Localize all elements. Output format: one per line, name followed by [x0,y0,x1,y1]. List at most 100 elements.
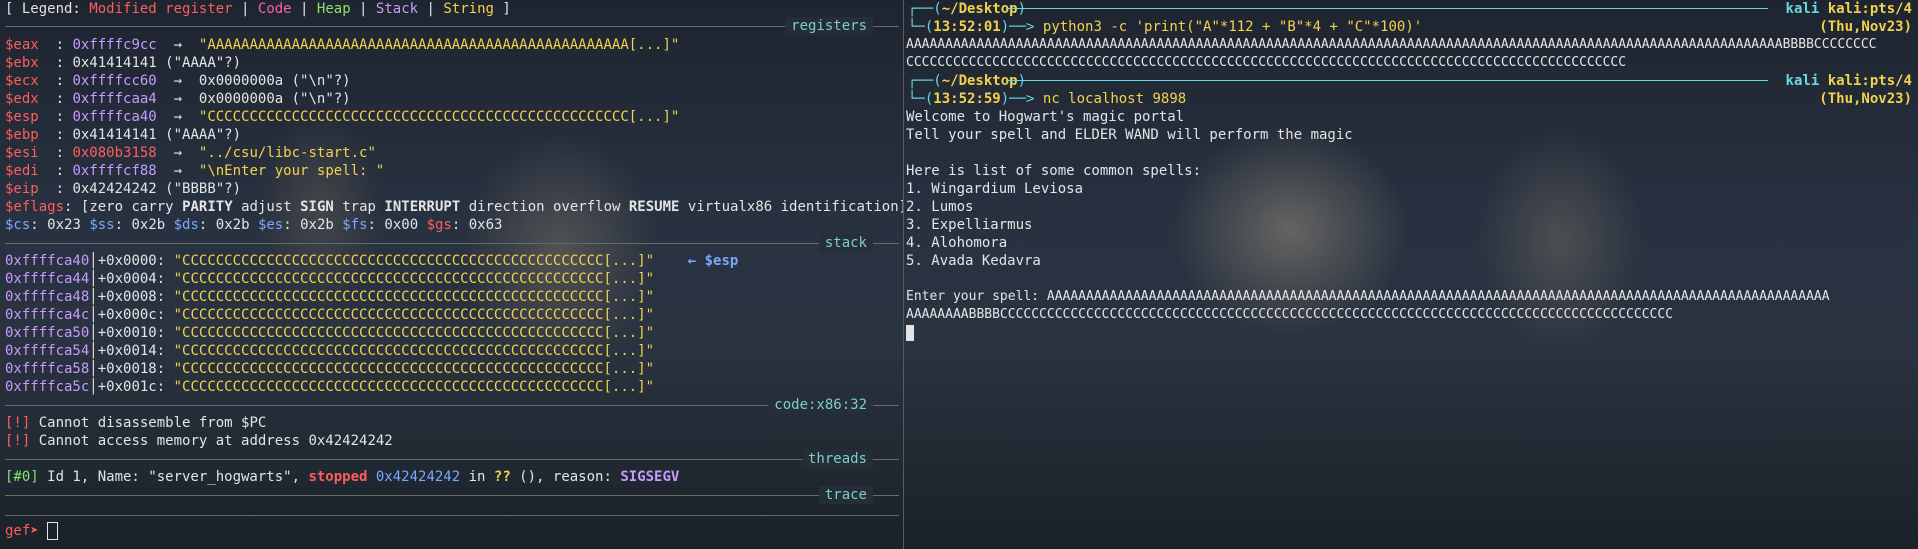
register-value: 0xffffca40 [72,109,157,125]
warning-tag: [!] [5,433,31,449]
trace-section-title: trace [818,486,873,504]
stack-value: "CCCCCCCCCCCCCCCCCCCCCCCCCCCCCCCCCCCCCCC… [173,271,655,287]
eflag: SIGN [300,199,334,215]
register-separator: : [38,73,73,89]
register-row: $esp : 0xffffca40 → "CCCCCCCCCCCCCCCCCCC… [5,108,679,126]
legend-line: [ Legend: Modified register | Code | Hea… [5,0,511,18]
segment-name: $fs [342,217,368,233]
register-value: 0xffffcc60 [72,73,157,89]
legend-divider: | [350,1,376,17]
stack-row: 0xffffca54│+0x0014: "CCCCCCCCCCCCCCCCCCC… [5,343,655,359]
stack-offset: +0x0008 [97,289,157,305]
register-arrow [157,55,165,71]
python-output-line-2: CCCCCCCCCCCCCCCCCCCCCCCCCCCCCCCCCCCCCCCC… [906,55,1627,70]
legend-divider: | [418,1,444,17]
stack-offset: +0x0004 [97,271,157,287]
prompt-2-date: (Thu,Nov23) [1819,90,1912,108]
legend-string: String [443,1,494,17]
thread-state: stopped [308,469,368,485]
eflag: zero [89,199,124,215]
prompt-1-bottom: └─(13:52:01)──> python3 -c 'print("A"*11… [908,18,1422,36]
register-name: $ebx [5,55,39,71]
threads-section-title: threads [801,450,873,468]
stack-offset: +0x0000 [97,253,157,269]
prompt-host: kali [1785,73,1820,89]
register-deref: "AAAAAAAAAAAAAAAAAAAAAAAAAAAAAAAAAAAAAAA… [198,37,680,53]
text-cursor[interactable] [47,522,59,540]
thread-in: in [460,469,494,485]
eflags-name: $eflags [5,199,65,215]
register-deref: ("AAAA"?) [165,55,242,71]
register-separator: : [38,145,73,161]
segment-name: $ds [173,217,199,233]
shell-pane[interactable]: ┌──(~/Desktop) kali kali:pts/4 └─(13:52:… [906,0,1918,549]
register-value: 0xffffcaa4 [72,91,157,107]
register-row: $esi : 0x080b3158 → "../csu/libc-start.c… [5,144,376,162]
register-separator: : [38,37,73,53]
prompt-frame: )──> [1000,91,1043,107]
eflag: PARITY [182,199,233,215]
prompt-frame: └─( [908,91,934,107]
stack-address: 0xffffca40 [5,253,90,269]
register-separator: : [38,109,73,125]
register-arrow: → [156,109,199,125]
prompt-date: (Thu,Nov23) [1819,91,1912,107]
pane-divider[interactable] [903,0,904,549]
register-name: $eax [5,37,39,53]
spell-input-line-2: AAAAAAAABBBBCCCCCCCCCCCCCCCCCCCCCCCCCCCC… [906,307,1674,322]
stack-value: "CCCCCCCCCCCCCCCCCCCCCCCCCCCCCCCCCCCCCCC… [173,253,655,269]
thread-name: Id 1, Name: "server_hogwarts", [38,469,309,485]
register-name: $edi [5,163,39,179]
register-separator: : [38,127,73,143]
segment-name: $gs [426,217,452,233]
stack-address: 0xffffca44 [5,271,90,287]
prompt-frame: ) [1017,73,1027,89]
text-cursor[interactable] [906,325,914,341]
register-name: $eip [5,181,39,197]
stack-address: 0xffffca4c [5,307,90,323]
legend-heap: Heap [316,1,351,17]
register-deref: "../csu/libc-start.c" [198,145,376,161]
prompt-2-rule [1006,80,1768,81]
thread-reason: SIGSEGV [620,469,680,485]
gef-pane[interactable]: [ Legend: Modified register | Code | Hea… [0,0,907,549]
threads-separator [5,459,899,460]
register-row: $edx : 0xffffcaa4 → 0x0000000a ("\n"?) [5,90,351,108]
thread-id: [#0] [5,469,39,485]
code-message: [!] Cannot access memory at address 0x42… [5,432,393,450]
register-separator: : [38,55,73,71]
register-name: $edx [5,91,39,107]
legend-code: Code [257,1,292,17]
prompt-frame: ┌──( [908,1,942,17]
register-arrow: → [156,145,199,161]
stack-value: "CCCCCCCCCCCCCCCCCCCCCCCCCCCCCCCCCCCCCCC… [173,289,655,305]
stack-address: 0xffffca50 [5,325,90,341]
thread-line: [#0] Id 1, Name: "server_hogwarts", stop… [5,468,679,486]
stack-row: 0xffffca4c│+0x000c: "CCCCCCCCCCCCCCCCCCC… [5,307,655,323]
register-row: $eip : 0x42424242 ("BBBB"?) [5,180,241,198]
shell-cursor-line[interactable] [906,324,914,342]
register-name: $ebp [5,127,39,143]
register-deref: 0x0000000a ("\n"?) [198,73,351,89]
prompt-command: nc localhost 9898 [1042,91,1187,107]
register-arrow: → [156,91,199,107]
stack-row: 0xffffca44│+0x0004: "CCCCCCCCCCCCCCCCCCC… [5,271,655,287]
eflag: identification [780,199,899,215]
prompt-frame: ) [1017,1,1027,17]
stack-row: 0xffffca48│+0x0008: "CCCCCCCCCCCCCCCCCCC… [5,289,655,305]
spell-item: 2. Lumos [906,199,974,215]
eflags-line: $eflags: [zero carry PARITY adjust SIGN … [5,198,907,216]
thread-address: 0x42424242 [367,469,461,485]
segments-line: $cs: 0x23 $ss: 0x2b $ds: 0x2b $es: 0x2b … [5,217,503,233]
prompt-1-date: (Thu,Nov23) [1819,18,1912,36]
register-value: 0x42424242 [72,181,157,197]
segment-value: 0x23 [47,217,81,233]
stack-offset: +0x0010 [97,325,157,341]
stack-offset: +0x001c [97,379,157,395]
trace-separator [5,495,899,496]
register-arrow [157,127,165,143]
stack-section-title: stack [818,234,873,252]
stack-row: 0xffffca40│+0x0000: "CCCCCCCCCCCCCCCCCCC… [5,253,739,269]
gef-command-line[interactable]: gef➤ [5,522,59,540]
stack-separator [5,243,899,244]
